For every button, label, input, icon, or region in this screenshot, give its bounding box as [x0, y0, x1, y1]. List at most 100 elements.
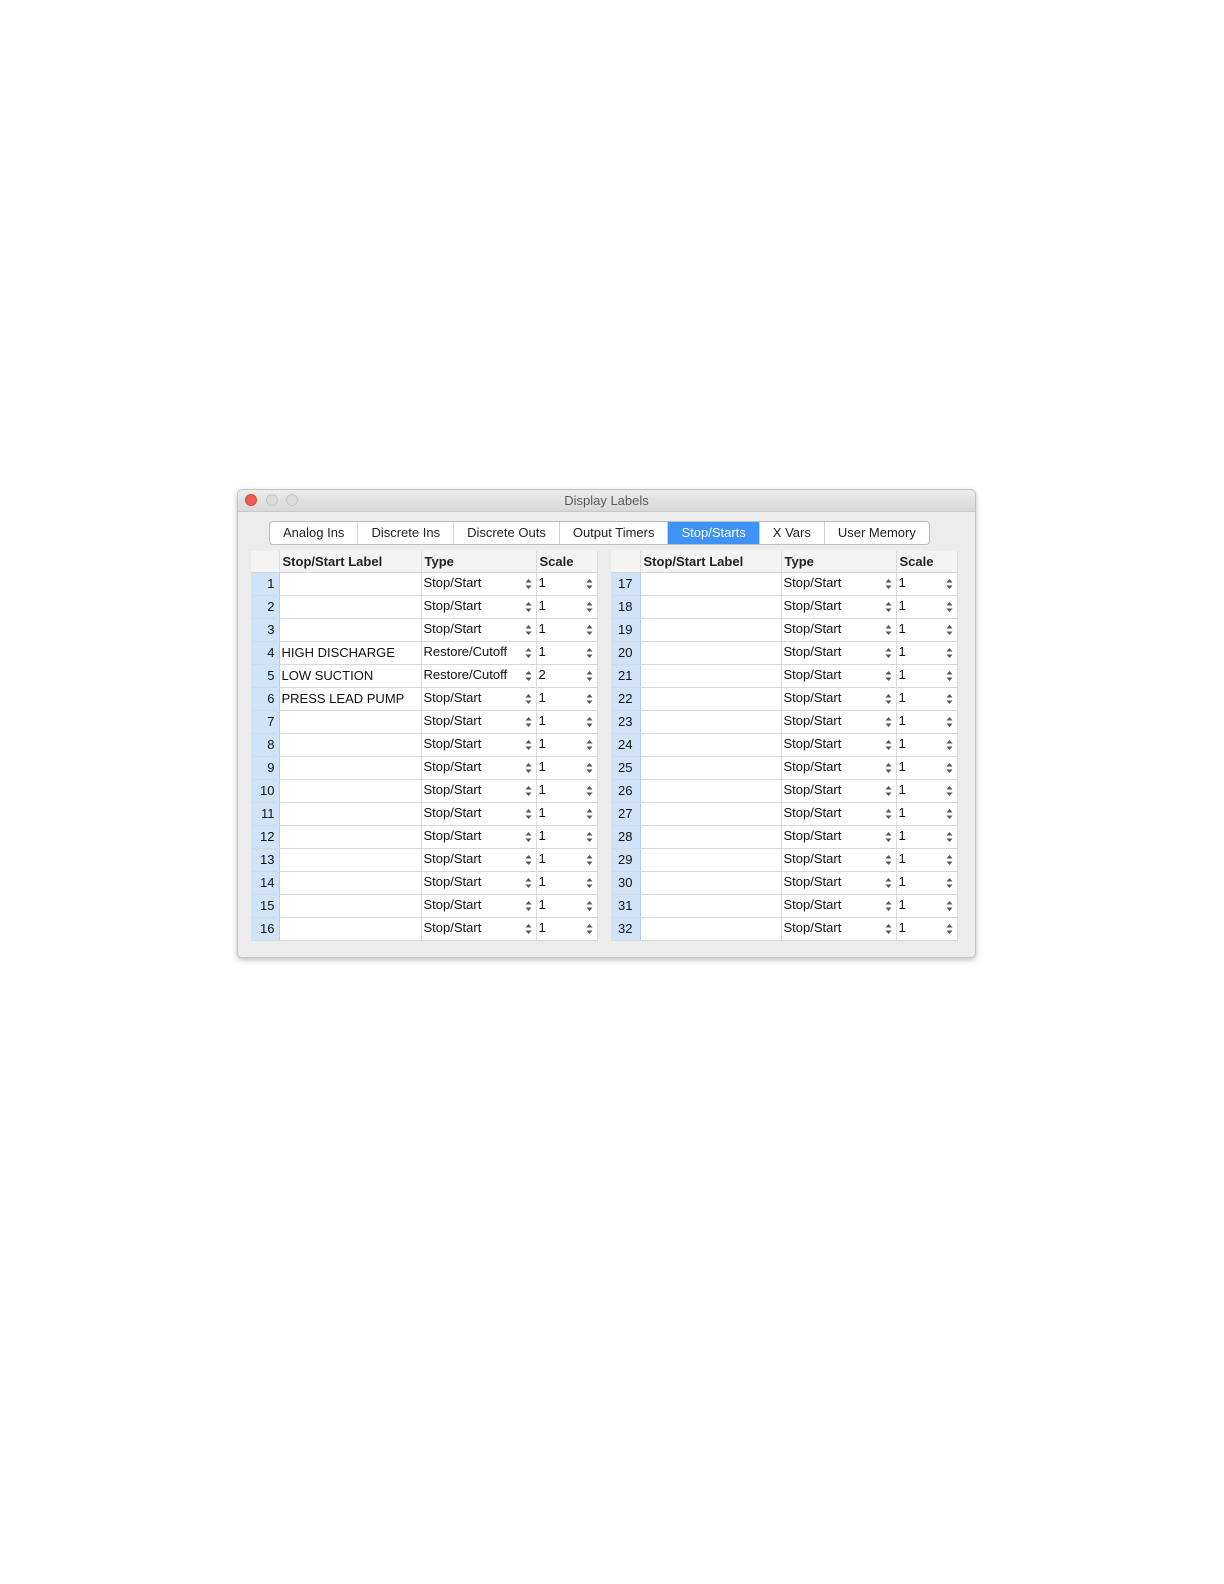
scale-stepper[interactable]: 2: [536, 664, 598, 688]
scale-stepper[interactable]: 1: [896, 595, 958, 619]
type-column-header[interactable]: Type: [421, 551, 537, 573]
stop-start-label-field[interactable]: [640, 664, 782, 688]
type-column-header[interactable]: Type: [781, 551, 897, 573]
type-select[interactable]: Stop/Start: [781, 756, 897, 780]
tab-user-memory[interactable]: User Memory: [825, 522, 929, 544]
table-row[interactable]: 29 Stop/Start 1: [611, 848, 958, 872]
type-select[interactable]: Stop/Start: [421, 871, 537, 895]
title-bar[interactable]: Display Labels: [238, 490, 975, 512]
type-select[interactable]: Stop/Start: [781, 917, 897, 941]
type-select[interactable]: Stop/Start: [781, 871, 897, 895]
tab-x-vars[interactable]: X Vars: [760, 522, 825, 544]
table-row[interactable]: 17 Stop/Start 1: [611, 572, 958, 596]
stop-start-label-field[interactable]: [279, 756, 422, 780]
type-select[interactable]: Stop/Start: [421, 756, 537, 780]
stop-start-label-field[interactable]: [279, 618, 422, 642]
stop-start-label-field[interactable]: [279, 595, 422, 619]
table-row[interactable]: 27 Stop/Start 1: [611, 802, 958, 826]
stop-start-label-field[interactable]: [640, 894, 782, 918]
stop-start-label-field[interactable]: HIGH DISCHARGE: [279, 641, 422, 665]
scale-stepper[interactable]: 1: [536, 641, 598, 665]
table-row[interactable]: 7 Stop/Start 1: [251, 710, 598, 734]
scale-stepper[interactable]: 1: [536, 595, 598, 619]
scale-stepper[interactable]: 1: [536, 687, 598, 711]
type-select[interactable]: Stop/Start: [421, 733, 537, 757]
stop-start-label-field[interactable]: [640, 825, 782, 849]
type-select[interactable]: Stop/Start: [781, 572, 897, 596]
stop-start-label-field[interactable]: [279, 802, 422, 826]
scale-column-header[interactable]: Scale: [536, 551, 598, 573]
scale-stepper[interactable]: 1: [896, 802, 958, 826]
scale-stepper[interactable]: 1: [536, 848, 598, 872]
stop-start-label-field[interactable]: LOW SUCTION: [279, 664, 422, 688]
scale-stepper[interactable]: 1: [536, 756, 598, 780]
scale-stepper[interactable]: 1: [536, 802, 598, 826]
table-row[interactable]: 20 Stop/Start 1: [611, 641, 958, 665]
table-row[interactable]: 19 Stop/Start 1: [611, 618, 958, 642]
scale-stepper[interactable]: 1: [896, 710, 958, 734]
type-select[interactable]: Stop/Start: [421, 802, 537, 826]
table-row[interactable]: 8 Stop/Start 1: [251, 733, 598, 757]
table-row[interactable]: 11 Stop/Start 1: [251, 802, 598, 826]
stop-start-label-field[interactable]: [279, 779, 422, 803]
stop-start-label-field[interactable]: [640, 779, 782, 803]
type-select[interactable]: Stop/Start: [781, 894, 897, 918]
label-column-header[interactable]: Stop/Start Label: [640, 551, 782, 573]
table-row[interactable]: 3 Stop/Start 1: [251, 618, 598, 642]
scale-stepper[interactable]: 1: [896, 779, 958, 803]
type-select[interactable]: Stop/Start: [421, 595, 537, 619]
scale-stepper[interactable]: 1: [536, 871, 598, 895]
scale-stepper[interactable]: 1: [896, 664, 958, 688]
table-row[interactable]: 14 Stop/Start 1: [251, 871, 598, 895]
scale-stepper[interactable]: 1: [896, 917, 958, 941]
scale-stepper[interactable]: 1: [896, 825, 958, 849]
scale-column-header[interactable]: Scale: [896, 551, 958, 573]
table-row[interactable]: 28 Stop/Start 1: [611, 825, 958, 849]
scale-stepper[interactable]: 1: [536, 710, 598, 734]
type-select[interactable]: Stop/Start: [421, 618, 537, 642]
table-row[interactable]: 32 Stop/Start 1: [611, 917, 958, 941]
table-row[interactable]: 25 Stop/Start 1: [611, 756, 958, 780]
type-select[interactable]: Stop/Start: [781, 687, 897, 711]
scale-stepper[interactable]: 1: [896, 733, 958, 757]
scale-stepper[interactable]: 1: [896, 894, 958, 918]
stop-start-label-field[interactable]: [640, 733, 782, 757]
type-select[interactable]: Stop/Start: [421, 779, 537, 803]
scale-stepper[interactable]: 1: [896, 572, 958, 596]
table-row[interactable]: 6 PRESS LEAD PUMP Stop/Start 1: [251, 687, 598, 711]
stop-start-label-field[interactable]: [640, 756, 782, 780]
scale-stepper[interactable]: 1: [536, 917, 598, 941]
tab-analog-ins[interactable]: Analog Ins: [270, 522, 359, 544]
table-row[interactable]: 10 Stop/Start 1: [251, 779, 598, 803]
table-row[interactable]: 31 Stop/Start 1: [611, 894, 958, 918]
scale-stepper[interactable]: 1: [536, 894, 598, 918]
stop-start-label-field[interactable]: [640, 618, 782, 642]
type-select[interactable]: Stop/Start: [781, 595, 897, 619]
type-select[interactable]: Restore/Cutoff: [421, 664, 537, 688]
table-row[interactable]: 18 Stop/Start 1: [611, 595, 958, 619]
scale-stepper[interactable]: 1: [896, 871, 958, 895]
table-row[interactable]: 23 Stop/Start 1: [611, 710, 958, 734]
stop-start-label-field[interactable]: [279, 572, 422, 596]
type-select[interactable]: Stop/Start: [781, 802, 897, 826]
tab-discrete-ins[interactable]: Discrete Ins: [358, 522, 455, 544]
table-row[interactable]: 22 Stop/Start 1: [611, 687, 958, 711]
table-row[interactable]: 30 Stop/Start 1: [611, 871, 958, 895]
stop-start-label-field[interactable]: [279, 871, 422, 895]
type-select[interactable]: Restore/Cutoff: [421, 641, 537, 665]
stop-start-label-field[interactable]: PRESS LEAD PUMP: [279, 687, 422, 711]
table-row[interactable]: 13 Stop/Start 1: [251, 848, 598, 872]
table-row[interactable]: 5 LOW SUCTION Restore/Cutoff 2: [251, 664, 598, 688]
type-select[interactable]: Stop/Start: [781, 733, 897, 757]
stop-start-label-field[interactable]: [279, 894, 422, 918]
stop-start-label-field[interactable]: [640, 802, 782, 826]
label-column-header[interactable]: Stop/Start Label: [279, 551, 422, 573]
tab-discrete-outs[interactable]: Discrete Outs: [454, 522, 560, 544]
table-row[interactable]: 4 HIGH DISCHARGE Restore/Cutoff 1: [251, 641, 598, 665]
stop-start-label-field[interactable]: [640, 572, 782, 596]
scale-stepper[interactable]: 1: [896, 848, 958, 872]
scale-stepper[interactable]: 1: [896, 618, 958, 642]
type-select[interactable]: Stop/Start: [781, 710, 897, 734]
stop-start-label-field[interactable]: [640, 848, 782, 872]
stop-start-label-field[interactable]: [279, 848, 422, 872]
